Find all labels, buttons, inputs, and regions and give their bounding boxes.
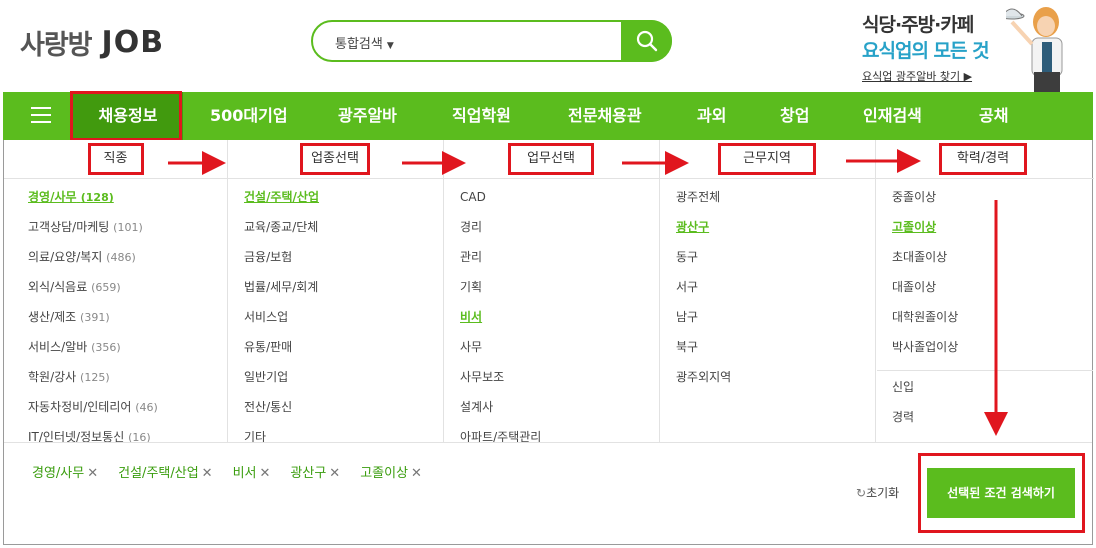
annotation-arrows [168,149,1008,436]
